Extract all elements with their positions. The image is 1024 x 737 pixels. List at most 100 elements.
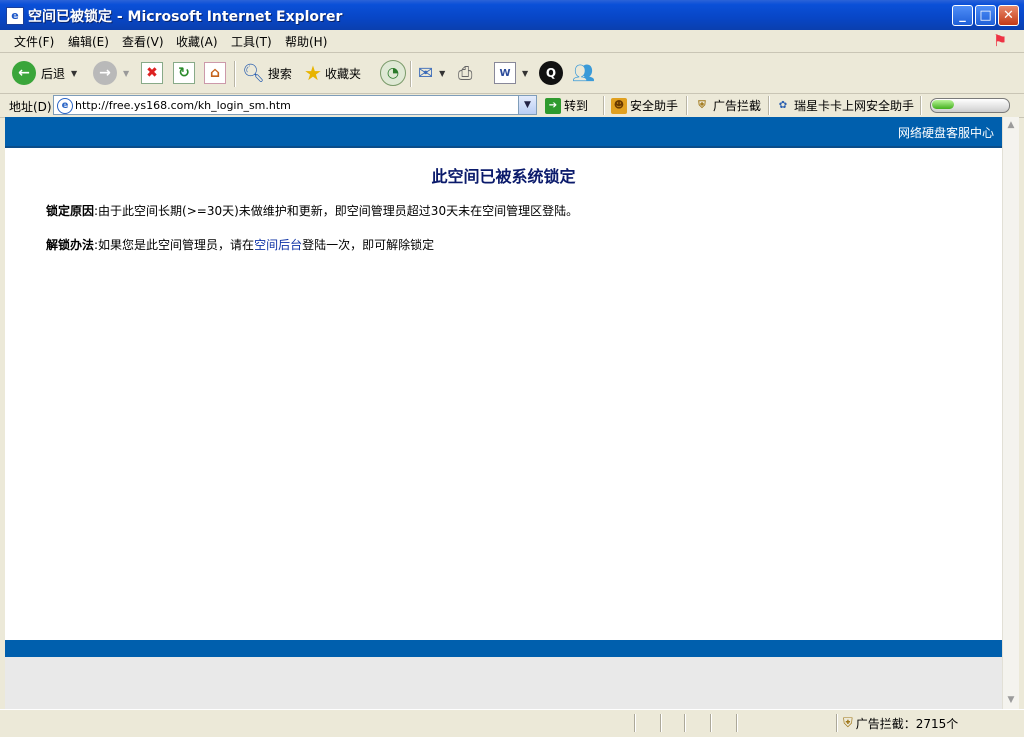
go-arrow-icon: ➔ [545,97,561,114]
stop-icon: ✖ [141,62,163,84]
edit-word-button[interactable]: W ▼ [494,59,528,87]
search-button[interactable]: 🔍︎ 搜索 [242,59,292,87]
favorites-star-icon: ★ [304,61,322,85]
address-input[interactable]: e http://free.ys168.com/kh_login_sm.htm … [53,95,537,115]
ad-block-status-icon: ⛨ [843,716,853,731]
back-label: 后退 [41,66,66,81]
go-label: 转到 [564,99,589,113]
security-level-meter[interactable] [930,98,1010,113]
home-icon: ⌂ [204,62,226,84]
window-title: 空间已被锁定 - Microsoft Internet Explorer [28,9,343,25]
maximize-button[interactable]: □ [975,5,996,26]
forward-dropdown-icon[interactable]: ▼ [123,69,129,78]
toolbar-separator [234,61,236,87]
status-separator [634,714,636,732]
standard-toolbar: ← 后退 ▼ → ▼ ✖ ↻ ⌂ 🔍︎ 搜索 ★ 收藏夹 ◔ ✉ ▼ ⎙ W ▼… [0,53,1024,94]
space-admin-link[interactable]: 空间后台 [254,238,302,252]
menu-edit[interactable]: 编辑(E) [68,33,109,50]
favorites-label: 收藏夹 [324,66,361,81]
back-arrow-icon: ← [12,61,36,85]
status-separator [836,714,838,732]
address-separator [920,96,922,115]
go-button[interactable]: ➔ 转到 [545,96,588,115]
print-icon: ⎙ [458,62,473,84]
security-helper-button[interactable]: ☻ 安全助手 [611,96,678,115]
popup-blocker-count: 广告拦截：2715个 [855,717,959,731]
lock-reason-line: 锁定原因:由于此空间长期(>=30天)未做维护和更新，即空间管理员超过30天未在… [46,202,578,219]
unlock-suffix-text: 登陆一次，即可解除锁定 [302,238,435,252]
title-bar: e 空间已被锁定 - Microsoft Internet Explorer _… [0,0,1024,30]
history-button[interactable]: ◔ [380,59,406,87]
search-icon: 🔍︎ [242,62,265,84]
address-label: 地址(D) [9,100,52,114]
ad-block-icon: ⛨ [698,100,706,111]
back-button[interactable]: ← 后退 ▼ [12,59,77,87]
menu-view[interactable]: 查看(V) [122,33,164,50]
word-icon: W [494,62,516,84]
status-separator [710,714,712,732]
mail-dropdown-icon[interactable]: ▼ [439,69,445,78]
forward-button[interactable]: → ▼ [93,59,129,87]
mail-icon: ✉ [418,62,434,84]
page-footer-area [5,657,1002,709]
mail-button[interactable]: ✉ ▼ [418,59,445,87]
forward-arrow-icon: → [93,61,117,85]
page-footer-bar [5,640,1002,657]
unlock-method-label: 解锁办法 [46,238,95,252]
address-dropdown-icon[interactable]: ▼ [518,96,536,114]
minimize-button[interactable]: _ [952,5,973,26]
rising-helper-label: 瑞星卡卡上网安全助手 [794,99,915,113]
security-helper-label: 安全助手 [630,99,679,113]
vertical-scrollbar[interactable]: ▲ ▼ [1002,117,1019,709]
ie-window: e 空间已被锁定 - Microsoft Internet Explorer _… [0,0,1024,737]
ad-block-button[interactable]: ⛨ 广告拦截 [694,96,761,115]
print-button[interactable]: ⎙ [458,59,472,87]
edit-dropdown-icon[interactable]: ▼ [522,69,528,78]
back-dropdown-icon[interactable]: ▼ [71,69,77,78]
rising-helper-button[interactable]: ✿ 瑞星卡卡上网安全助手 [775,96,914,115]
refresh-icon: ↻ [173,62,195,84]
menu-file[interactable]: 文件(F) [14,33,54,50]
address-url[interactable]: http://free.ys168.com/kh_login_sm.htm [75,99,291,112]
favorites-button[interactable]: ★ 收藏夹 [304,59,361,87]
close-button[interactable]: ✕ [998,5,1019,26]
history-icon: ◔ [380,60,406,86]
search-label: 搜索 [267,66,292,81]
page-header-bar: 网络硬盘客服中心 [5,117,1002,148]
toolbar-separator [410,61,412,87]
status-separator [660,714,662,732]
qq-button[interactable]: Q [539,59,563,87]
menu-favorites[interactable]: 收藏(A) [176,33,218,50]
address-separator [768,96,770,115]
menu-help[interactable]: 帮助(H) [285,33,327,50]
customer-service-link[interactable]: 网络硬盘客服中心 [898,124,994,141]
page-title: 此空间已被系统锁定 [431,167,576,186]
page-viewport: 网络硬盘客服中心 此空间已被系统锁定 锁定原因:由于此空间长期(>=30天)未做… [5,117,1002,709]
lock-reason-label: 锁定原因 [46,204,95,218]
scroll-down-icon[interactable]: ▼ [1003,692,1019,709]
ie-page-icon: e [6,7,24,25]
messenger-button[interactable]: 👥︎ [572,59,595,87]
messenger-icon: 👥︎ [572,62,595,84]
address-bar: 地址(D) e http://free.ys168.com/kh_login_s… [0,94,1024,118]
unlock-prefix-text: :如果您是此空间管理员，请在 [94,238,255,252]
status-separator [684,714,686,732]
refresh-button[interactable]: ↻ [173,59,195,87]
address-separator [603,96,605,115]
windows-logo-icon: ⚑ [992,31,1008,50]
address-separator [686,96,688,115]
ad-block-label: 广告拦截 [713,99,762,113]
status-separator [736,714,738,732]
status-bar: ⛨ 广告拦截：2715个 [0,709,1024,737]
popup-blocker-status[interactable]: ⛨ 广告拦截：2715个 [843,715,958,732]
qq-penguin-icon: Q [539,61,563,85]
menu-tools[interactable]: 工具(T) [231,33,272,50]
stop-button[interactable]: ✖ [141,59,163,87]
menu-bar: 文件(F) 编辑(E) 查看(V) 收藏(A) 工具(T) 帮助(H) [0,30,1024,53]
unlock-method-line: 解锁办法:如果您是此空间管理员，请在空间后台登陆一次，即可解除锁定 [46,236,434,253]
home-button[interactable]: ⌂ [204,59,226,87]
security-level-fill [932,100,954,109]
rising-icon: ✿ [778,100,788,111]
ie-favicon-icon: e [57,98,73,114]
scroll-up-icon[interactable]: ▲ [1003,117,1019,134]
